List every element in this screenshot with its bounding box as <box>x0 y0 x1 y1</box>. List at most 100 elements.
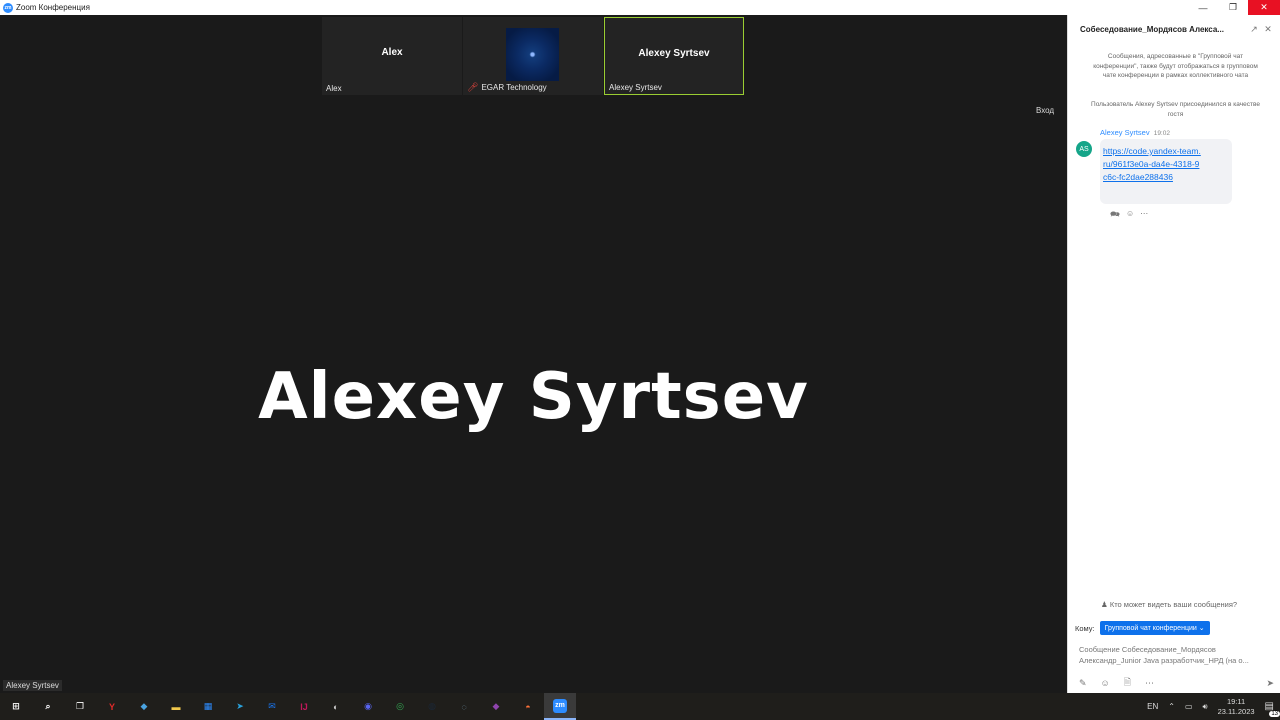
participant-tile-active[interactable]: Alexey Syrtsev Alexey Syrtsev <box>604 17 744 95</box>
participant-name: EGAR Technology <box>481 83 547 92</box>
system-message: Сообщения, адресованные в "Групповой чат… <box>1093 53 1258 79</box>
taskbar-item[interactable]: ◉ <box>352 693 384 720</box>
recipient-row: Кому: Групповой чат конференции ⌄ <box>1075 621 1210 635</box>
steam-icon: ◍ <box>428 701 436 711</box>
emoji-icon[interactable]: ☺ <box>1101 678 1110 688</box>
tray-chevron-icon[interactable]: ⌃ <box>1168 702 1175 711</box>
restore-button[interactable]: ❐ <box>1218 0 1248 15</box>
emoji-reaction-icon[interactable]: ☺ <box>1126 209 1134 223</box>
who-sees-link[interactable]: ♟ Кто может видеть ваши сообщения? <box>1101 600 1237 609</box>
git-icon: ◆ <box>492 701 500 711</box>
participant-video-image <box>506 28 559 81</box>
taskbar-apps: ⊞ ⌕ ❐ Y ◆ ▬ ▦ ➤ ✉ IJ ◐ ◉ ◎ ◍ ◌ ◆ ◓ zm <box>0 693 576 720</box>
clock[interactable]: 19:11 23.11.2023 <box>1218 697 1255 717</box>
message-sender[interactable]: Alexey Syrtsev <box>1100 128 1150 137</box>
popout-icon[interactable]: ↗ <box>1247 24 1261 35</box>
store-icon: ▦ <box>203 701 213 711</box>
close-button[interactable]: ✕ <box>1248 0 1280 15</box>
language-indicator[interactable]: EN <box>1147 702 1158 711</box>
taskbar-item[interactable]: ◆ <box>128 693 160 720</box>
title-bar: zm Zoom Конференция — ❐ ✕ <box>0 0 1280 15</box>
message-bubble: https://code.yandex-team.ru/961f3e0a-da4… <box>1100 139 1232 204</box>
message-actions: 🗪︎ ☺ ⋯ <box>1110 209 1148 223</box>
yandex-browser-icon: Y <box>108 701 115 712</box>
recipient-label: Кому: <box>1075 623 1095 633</box>
notifications-icon[interactable]: ▤ 13 <box>1265 701 1280 717</box>
taskbar-item[interactable]: ▬ <box>160 693 192 720</box>
people-icon: ♟ <box>1101 600 1108 609</box>
participant-strip: Alex Alex 🎤︎ EGAR Technology Alexey Syrt… <box>322 17 745 95</box>
network-icon[interactable]: ▭ <box>1185 702 1193 711</box>
who-sees-text: Кто может видеть ваши сообщения? <box>1109 600 1238 609</box>
taskbar-item[interactable]: ⌕ <box>32 693 64 720</box>
chat-title: Собеседование_Мордясов Алекса... <box>1080 25 1224 34</box>
app-icon-3: ◌ <box>461 701 467 712</box>
chat-panel: Собеседование_Мордясов Алекса... ↗ ✕ Соо… <box>1067 15 1280 693</box>
clock-date: 23.11.2023 <box>1217 706 1255 716</box>
send-icon[interactable]: ➤ <box>1266 678 1274 689</box>
taskbar: ⊞ ⌕ ❐ Y ◆ ▬ ▦ ➤ ✉ IJ ◐ ◉ ◎ ◍ ◌ ◆ ◓ zm EN ⌃ ▭ 🔊︎ 19:11 23.… <box>0 693 1280 720</box>
taskbar-item[interactable]: Y <box>96 693 128 720</box>
taskbar-item[interactable]: ◆ <box>480 693 512 720</box>
taskbar-item[interactable]: ❐ <box>64 693 96 720</box>
system-message: Пользователь Alexey Syrtsev присоединилс… <box>1091 101 1260 118</box>
active-speaker-name: Alexey Syrtsev <box>258 360 809 434</box>
taskbar-item[interactable]: ➤ <box>224 693 256 720</box>
compose-toolbar: ✎ ☺ 🗎︎ ⋯ ➤ <box>1079 675 1274 691</box>
speaker-name-badge: Alexey Syrtsev <box>3 680 62 691</box>
system-tray: EN ⌃ ▭ 🔊︎ 19:11 23.11.2023 ▤ 13 <box>1147 697 1280 717</box>
taskbar-item[interactable]: ▦ <box>192 693 224 720</box>
window-title: Zoom Конференция <box>16 3 90 12</box>
app-icon-2: ◐ <box>333 701 339 712</box>
discord-icon: ◉ <box>364 701 372 711</box>
format-icon[interactable]: ✎ <box>1079 678 1087 689</box>
participant-tile[interactable]: Alex Alex <box>322 17 462 95</box>
chat-header: Собеседование_Мордясов Алекса... ↗ ✕ <box>1080 24 1275 35</box>
notification-count: 13 <box>1269 711 1280 717</box>
participant-big-name: Alex <box>381 47 403 58</box>
file-icon[interactable]: 🗎︎ <box>1124 675 1131 691</box>
mic-muted-icon: 🎤︎ <box>467 82 479 92</box>
enter-label[interactable]: Вход <box>1036 106 1054 115</box>
avatar: AS <box>1076 141 1092 157</box>
participant-name: Alex <box>326 84 342 93</box>
message-input[interactable]: Сообщение Собеседование_Мордясов Алексан… <box>1079 644 1274 666</box>
mail-icon: ✉ <box>268 701 276 711</box>
taskbar-item[interactable]: ⊞ <box>0 693 32 720</box>
message-time: 19:02 <box>1153 130 1170 137</box>
minimize-button[interactable]: — <box>1188 0 1218 15</box>
clock-time: 19:11 <box>1226 696 1246 706</box>
video-area: Alex Alex 🎤︎ EGAR Technology Alexey Syrt… <box>0 15 1067 693</box>
participant-tile[interactable]: 🎤︎ EGAR Technology <box>463 17 603 95</box>
taskbar-item[interactable]: ✉ <box>256 693 288 720</box>
recipient-dropdown[interactable]: Групповой чат конференции ⌄ <box>1099 621 1210 635</box>
participant-name: Alexey Syrtsev <box>609 83 662 92</box>
taskbar-item[interactable]: ◌ <box>448 693 480 720</box>
intellij-icon: IJ <box>300 701 308 712</box>
chevron-down-icon: ⌄ <box>1198 625 1205 632</box>
taskbar-item[interactable]: ◓ <box>512 693 544 720</box>
taskbar-item[interactable]: ◎ <box>384 693 416 720</box>
taskbar-item[interactable]: ◍ <box>416 693 448 720</box>
reply-icon[interactable]: 🗪︎ <box>1110 209 1120 223</box>
participant-big-name: Alexey Syrtsev <box>638 48 710 59</box>
recipient-value: Групповой чат конференции <box>1104 625 1197 632</box>
taskbar-item[interactable]: zm <box>544 693 576 720</box>
zoom-logo-icon: zm <box>3 2 13 13</box>
taskbar-item[interactable]: ◐ <box>320 693 352 720</box>
volume-icon[interactable]: 🔊︎ <box>1203 702 1208 712</box>
message-link[interactable]: https://code.yandex-team.ru/961f3e0a-da4… <box>1103 145 1203 184</box>
message-meta: Alexey Syrtsev 19:02 <box>1100 128 1170 137</box>
more-icon[interactable]: ⋯ <box>1145 678 1154 689</box>
zoom-icon: zm <box>553 698 567 713</box>
participant-label: 🎤︎ EGAR Technology <box>467 82 547 93</box>
search-icon: ⌕ <box>45 701 51 711</box>
telegram-icon: ➤ <box>236 701 244 711</box>
taskbar-item[interactable]: IJ <box>288 693 320 720</box>
file-explorer-icon: ▬ <box>171 701 181 712</box>
participant-label: Alex <box>326 84 342 93</box>
more-icon[interactable]: ⋯ <box>1140 209 1148 223</box>
close-chat-icon[interactable]: ✕ <box>1261 24 1275 35</box>
participant-label: Alexey Syrtsev <box>609 83 662 92</box>
chrome-icon: ◎ <box>396 701 404 711</box>
